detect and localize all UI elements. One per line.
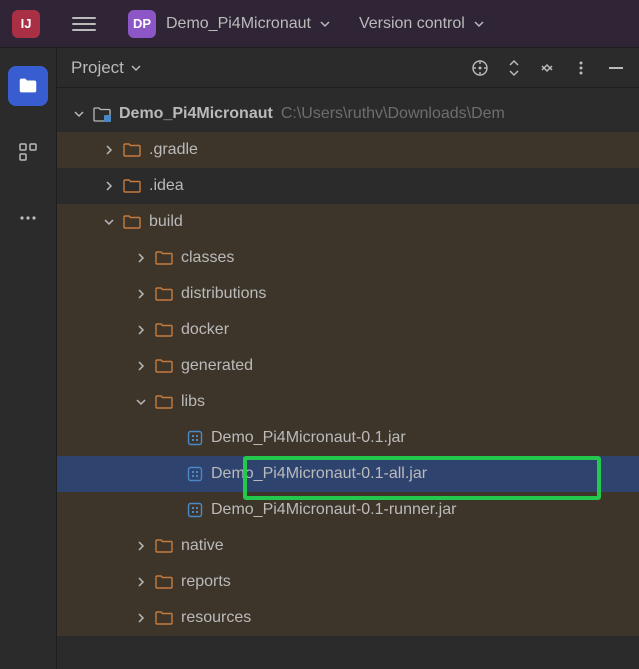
tree-label: generated (181, 357, 253, 375)
chevron-down-icon[interactable] (133, 396, 149, 408)
folder-icon (155, 250, 173, 266)
project-name-dropdown[interactable]: Demo_Pi4Micronaut (166, 15, 311, 33)
expand-collapse-icon[interactable] (507, 59, 521, 77)
tree-label: .gradle (149, 141, 198, 159)
top-bar: IJ DP Demo_Pi4Micronaut Version control (0, 0, 639, 48)
collapse-all-icon[interactable] (539, 60, 555, 76)
panel-title-dropdown[interactable]: Project (71, 58, 124, 78)
chevron-right-icon[interactable] (133, 576, 149, 588)
more-tool-button[interactable] (8, 198, 48, 238)
folder-icon (155, 358, 173, 374)
left-tool-rail (0, 48, 57, 669)
options-icon[interactable] (573, 60, 589, 76)
tree-label: docker (181, 321, 229, 339)
folder-icon (155, 322, 173, 338)
tree-item-gradle[interactable]: .gradle (57, 132, 639, 168)
tree-label: distributions (181, 285, 266, 303)
version-control-dropdown[interactable]: Version control (359, 15, 485, 33)
folder-icon (155, 610, 173, 626)
version-control-label: Version control (359, 15, 465, 33)
tree-item-reports[interactable]: reports (57, 564, 639, 600)
tree-item-build[interactable]: build (57, 204, 639, 240)
folder-icon (123, 178, 141, 194)
hide-icon[interactable] (607, 59, 625, 77)
tree-label: resources (181, 609, 251, 627)
archive-icon (187, 502, 203, 518)
tree-item-native[interactable]: native (57, 528, 639, 564)
tree-item-classes[interactable]: classes (57, 240, 639, 276)
app-icon: IJ (12, 10, 40, 38)
tree-label: libs (181, 393, 205, 411)
project-tool-button[interactable] (8, 66, 48, 106)
folder-icon (123, 142, 141, 158)
project-badge: DP (128, 10, 156, 38)
tree-label: reports (181, 573, 231, 591)
chevron-right-icon[interactable] (133, 540, 149, 552)
chevron-right-icon[interactable] (133, 324, 149, 336)
tree-item-jar2-selected[interactable]: Demo_Pi4Micronaut-0.1-all.jar (57, 456, 639, 492)
module-icon (93, 106, 111, 122)
archive-icon (187, 466, 203, 482)
folder-icon (155, 574, 173, 590)
tree-label: build (149, 213, 183, 231)
tree-item-generated[interactable]: generated (57, 348, 639, 384)
tree-label: Demo_Pi4Micronaut-0.1.jar (211, 429, 406, 447)
tree-label: Demo_Pi4Micronaut-0.1-all.jar (211, 465, 427, 483)
tree-label: Demo_Pi4Micronaut-0.1-runner.jar (211, 501, 456, 519)
hamburger-menu[interactable] (72, 17, 96, 31)
tree-item-resources[interactable]: resources (57, 600, 639, 636)
chevron-right-icon[interactable] (133, 288, 149, 300)
tree-root-path: C:\Users\ruthv\Downloads\Dem (281, 105, 505, 123)
chevron-right-icon[interactable] (133, 360, 149, 372)
chevron-down-icon[interactable] (71, 108, 87, 120)
tree-item-docker[interactable]: docker (57, 312, 639, 348)
chevron-right-icon[interactable] (133, 612, 149, 624)
panel-header: Project (57, 48, 639, 88)
chevron-right-icon[interactable] (133, 252, 149, 264)
tree-item-idea[interactable]: .idea (57, 168, 639, 204)
project-tree[interactable]: Demo_Pi4Micronaut C:\Users\ruthv\Downloa… (57, 88, 639, 636)
chevron-down-icon (130, 62, 142, 74)
chevron-down-icon[interactable] (101, 216, 117, 228)
folder-icon (155, 538, 173, 554)
tree-item-jar3[interactable]: Demo_Pi4Micronaut-0.1-runner.jar (57, 492, 639, 528)
tree-label: native (181, 537, 224, 555)
project-panel: Project Demo_Pi4Micronaut C:\Users\ruthv… (57, 48, 639, 669)
folder-icon (123, 214, 141, 230)
tree-item-libs[interactable]: libs (57, 384, 639, 420)
tree-label: classes (181, 249, 234, 267)
tree-item-jar1[interactable]: Demo_Pi4Micronaut-0.1.jar (57, 420, 639, 456)
structure-tool-button[interactable] (8, 132, 48, 172)
chevron-down-icon (473, 18, 485, 30)
tree-root[interactable]: Demo_Pi4Micronaut C:\Users\ruthv\Downloa… (57, 96, 639, 132)
tree-label: .idea (149, 177, 184, 195)
folder-icon (155, 286, 173, 302)
chevron-right-icon[interactable] (101, 144, 117, 156)
chevron-right-icon[interactable] (101, 180, 117, 192)
tree-item-distributions[interactable]: distributions (57, 276, 639, 312)
tree-root-label: Demo_Pi4Micronaut (119, 105, 273, 123)
chevron-down-icon (319, 18, 331, 30)
archive-icon (187, 430, 203, 446)
folder-icon (155, 394, 173, 410)
select-opened-file-icon[interactable] (471, 59, 489, 77)
